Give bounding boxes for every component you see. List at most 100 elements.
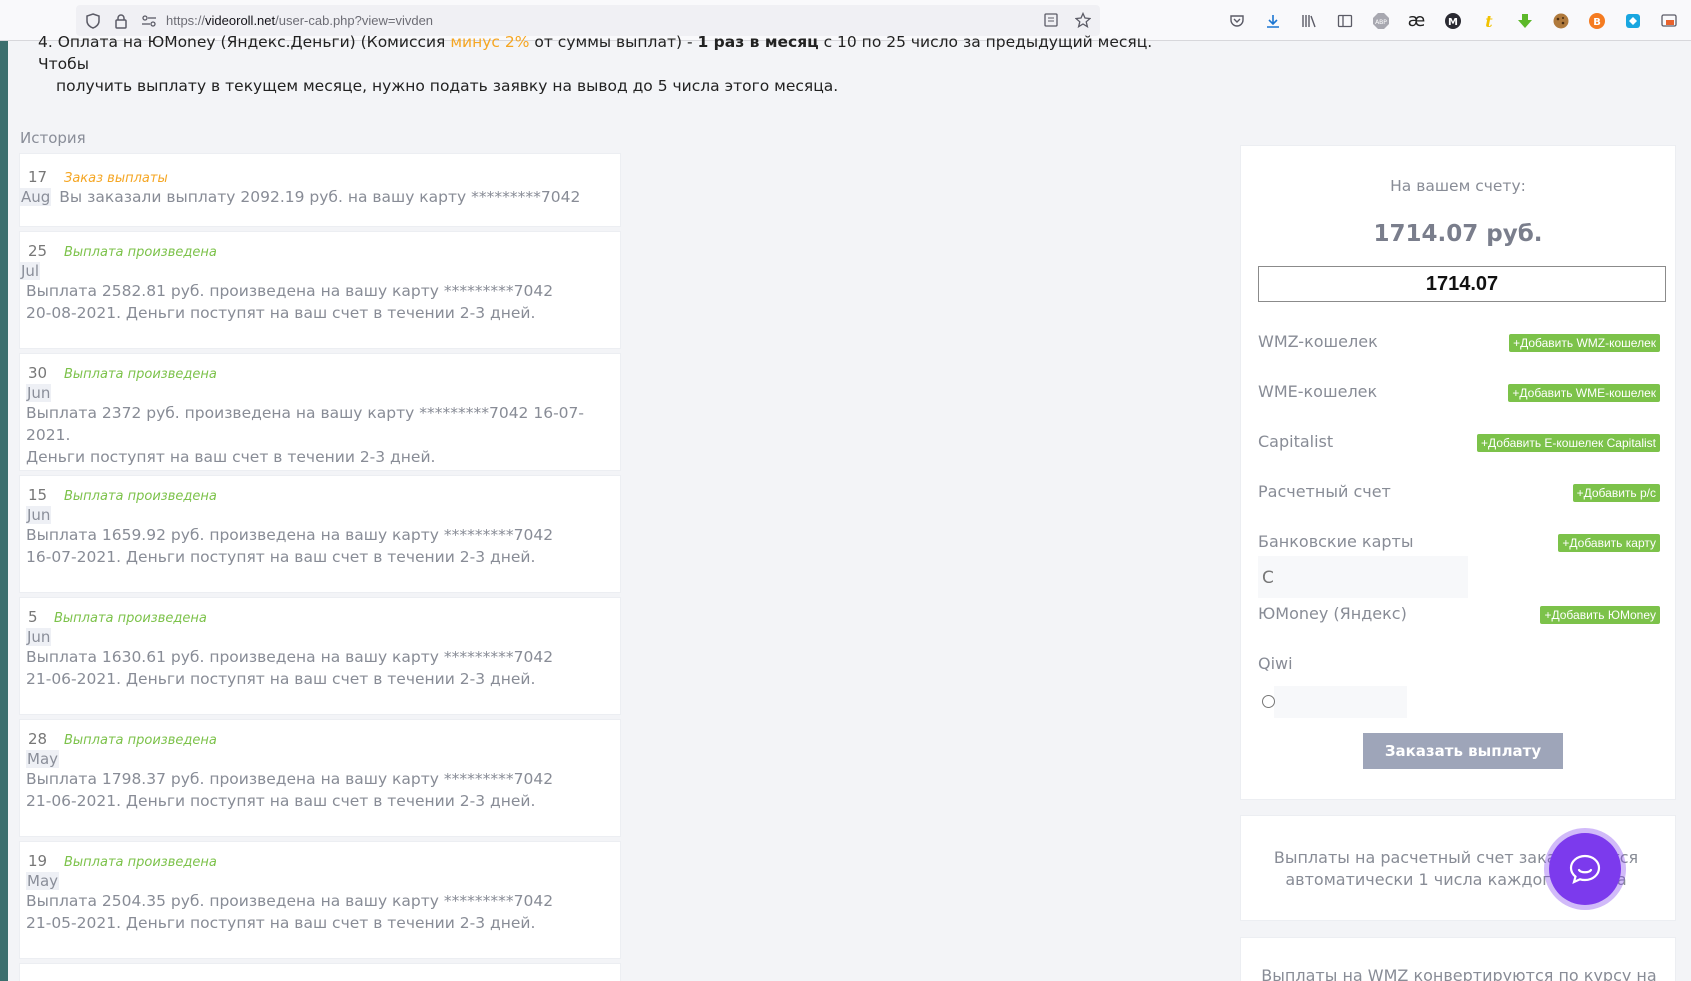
add-capitalist-button[interactable]: +Добавить E-кошелек Capitalist bbox=[1477, 434, 1660, 452]
history-text: 21-06-2021. Деньги поступят на ваш счет … bbox=[26, 792, 536, 810]
history-day: 15 bbox=[28, 486, 48, 504]
history-item: 25 Выплата произведена Jul Выплата 2582.8… bbox=[19, 231, 621, 349]
add-yoomoney-button[interactable]: +Добавить ЮMoney bbox=[1540, 606, 1660, 624]
history-item: 15 Выплата произведена Jun Выплата 1659.9… bbox=[19, 475, 621, 593]
reader-view-icon[interactable] bbox=[1040, 9, 1062, 31]
bookmark-star-icon[interactable] bbox=[1072, 9, 1094, 31]
wallet-row-capitalist: Capitalist +Добавить E-кошелек Capitalis… bbox=[1258, 432, 1660, 454]
info-text: Выплаты на WMZ конвертируются по курсу н… bbox=[1261, 966, 1657, 981]
history-month: May bbox=[26, 872, 60, 890]
wallet-label: Capitalist bbox=[1258, 432, 1334, 451]
shield-icon[interactable] bbox=[82, 10, 104, 32]
download-icon[interactable] bbox=[1260, 8, 1285, 33]
pocket-icon[interactable] bbox=[1224, 8, 1249, 33]
green-arrow-icon[interactable] bbox=[1512, 8, 1537, 33]
url-domain: videoroll.net bbox=[205, 13, 276, 28]
card-radio-label: С bbox=[1262, 568, 1274, 588]
history-text: Вы заказали выплату 2092.19 руб. на вашу… bbox=[59, 188, 581, 206]
history-list: 17 Заказ выплаты Aug Вы заказали выплату 2… bbox=[19, 153, 621, 981]
history-status: Выплата произведена bbox=[64, 733, 217, 748]
wallet-label: Банковские карты bbox=[1258, 532, 1414, 551]
svg-text:B: B bbox=[1593, 17, 1601, 28]
sidebar-icon[interactable] bbox=[1332, 8, 1357, 33]
history-text: Выплата 2504.35 руб. произведена на вашу… bbox=[26, 892, 554, 910]
wallet-label: Qiwi bbox=[1258, 654, 1293, 673]
history-text: Выплата 2582.81 руб. произведена на вашу… bbox=[26, 282, 554, 300]
wallet-row-yoomoney: ЮMoney (Яндекс) +Добавить ЮMoney bbox=[1258, 604, 1660, 626]
payout-notice: 4. Оплата на ЮMoney (Яндекс.Деньги) (Ком… bbox=[38, 33, 1153, 95]
history-text: Выплата 1659.92 руб. произведена на вашу… bbox=[26, 526, 554, 544]
add-wmz-button[interactable]: +Добавить WMZ-кошелек bbox=[1509, 334, 1660, 352]
url-text[interactable]: https://videoroll.net/user-cab.php?view=… bbox=[166, 13, 433, 28]
m-extension-icon[interactable]: M bbox=[1440, 8, 1465, 33]
history-item bbox=[19, 963, 621, 981]
svg-text:ABP: ABP bbox=[1375, 19, 1387, 26]
account-panel: На вашем счету: 1714.07 руб. WMZ-кошелек… bbox=[1240, 145, 1676, 800]
history-text: Выплата 1798.37 руб. произведена на вашу… bbox=[26, 770, 554, 788]
orange-extension-icon[interactable]: B bbox=[1584, 8, 1609, 33]
history-item: 19 Выплата произведена May Выплата 2504.3… bbox=[19, 841, 621, 959]
cookie-icon[interactable] bbox=[1548, 8, 1573, 33]
payout-amount-input[interactable] bbox=[1258, 266, 1666, 302]
history-status: Выплата произведена bbox=[64, 855, 217, 870]
history-title: История bbox=[20, 129, 86, 147]
adblock-icon[interactable]: ABP bbox=[1368, 8, 1393, 33]
history-day: 17 bbox=[28, 168, 48, 186]
history-status: Выплата произведена bbox=[54, 611, 207, 626]
yellow-extension-icon[interactable]: t bbox=[1476, 8, 1501, 33]
history-status: Заказ выплаты bbox=[64, 171, 168, 186]
blue-extension-icon[interactable] bbox=[1620, 8, 1645, 33]
add-card-button[interactable]: +Добавить карту bbox=[1558, 534, 1660, 552]
history-text: 20-08-2021. Деньги поступят на ваш счет … bbox=[26, 304, 536, 322]
history-text: 16-07-2021. Деньги поступят на ваш счет … bbox=[26, 548, 536, 566]
wallet-label: ЮMoney (Яндекс) bbox=[1258, 604, 1407, 623]
balance-label: На вашем счету: bbox=[1390, 177, 1526, 195]
history-status: Выплата произведена bbox=[64, 367, 217, 382]
history-text: Выплата 2372 руб. произведена на вашу ка… bbox=[26, 404, 584, 444]
history-text: Выплата 1630.61 руб. произведена на вашу… bbox=[26, 648, 554, 666]
wallet-row-wmz: WMZ-кошелек +Добавить WMZ-кошелек bbox=[1258, 332, 1660, 354]
wallet-label: Расчетный счет bbox=[1258, 482, 1391, 501]
history-day: 19 bbox=[28, 852, 48, 870]
history-text: 21-05-2021. Деньги поступят на ваш счет … bbox=[26, 914, 536, 932]
history-month: Jun bbox=[26, 384, 52, 402]
wallet-row-cards: Банковские карты +Добавить карту bbox=[1258, 532, 1660, 554]
wallet-label: WME-кошелек bbox=[1258, 382, 1378, 401]
history-status: Выплата произведена bbox=[64, 245, 217, 260]
history-text: Деньги поступят на ваш счет в течении 2-… bbox=[26, 448, 436, 466]
chat-widget-button[interactable] bbox=[1549, 833, 1621, 905]
chat-icon bbox=[1569, 854, 1601, 884]
history-item: 17 Заказ выплаты Aug Вы заказали выплату 2… bbox=[19, 153, 621, 227]
history-month: Aug bbox=[20, 188, 52, 206]
history-item: 5 Выплата произведена Jun Выплата 1630.61… bbox=[19, 597, 621, 715]
svg-text:t: t bbox=[1485, 12, 1493, 30]
screenshot-extension-icon[interactable] bbox=[1656, 8, 1681, 33]
card-option-box[interactable]: С bbox=[1258, 556, 1468, 598]
info-card-wmz: Выплаты на WMZ конвертируются по курсу н… bbox=[1240, 937, 1676, 981]
qiwi-option-box bbox=[1274, 686, 1407, 718]
balance-value: 1714.07 руб. bbox=[1373, 221, 1543, 247]
history-month: Jun bbox=[26, 506, 52, 524]
qiwi-radio[interactable] bbox=[1262, 695, 1275, 708]
history-day: 28 bbox=[28, 730, 48, 748]
permissions-icon[interactable] bbox=[138, 10, 160, 32]
history-day: 30 bbox=[28, 364, 48, 382]
frequency-bold: 1 раз в месяц bbox=[697, 33, 819, 51]
history-day: 25 bbox=[28, 242, 48, 260]
add-bank-account-button[interactable]: +Добавить р/с bbox=[1572, 484, 1660, 502]
svg-text:M: M bbox=[1448, 17, 1458, 28]
history-day: 5 bbox=[28, 608, 38, 626]
wallet-row-qiwi: Qiwi bbox=[1258, 654, 1660, 676]
commission-highlight: минус 2% bbox=[450, 33, 530, 51]
ae-icon[interactable]: æ bbox=[1404, 8, 1429, 33]
lock-icon[interactable] bbox=[110, 10, 132, 32]
order-payout-button[interactable]: Заказать выплату bbox=[1363, 733, 1563, 769]
add-wme-button[interactable]: +Добавить WME-кошелек bbox=[1508, 384, 1660, 402]
wallet-row-wme: WME-кошелек +Добавить WME-кошелек bbox=[1258, 382, 1660, 404]
history-month: Jul bbox=[20, 262, 41, 280]
left-edge-bar bbox=[0, 41, 8, 981]
history-text: 21-06-2021. Деньги поступят на ваш счет … bbox=[26, 670, 536, 688]
history-item: 28 Выплата произведена May Выплата 1798.3… bbox=[19, 719, 621, 837]
library-icon[interactable] bbox=[1296, 8, 1321, 33]
wallet-label: WMZ-кошелек bbox=[1258, 332, 1378, 351]
